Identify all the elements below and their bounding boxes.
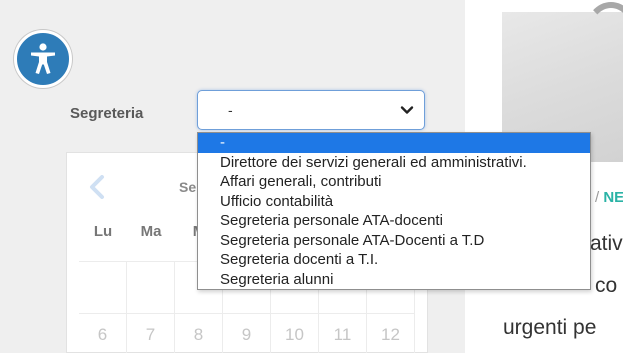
accessibility-button[interactable] — [14, 30, 72, 88]
weekday-lu: Lu — [93, 223, 113, 240]
dropdown-option[interactable]: Segreteria personale ATA-docenti — [198, 211, 590, 231]
dropdown-option[interactable]: Affari generali, contributi — [198, 172, 590, 192]
chevron-down-icon — [400, 106, 414, 114]
dropdown-option[interactable]: Ufficio contabilità — [198, 192, 590, 212]
accessibility-icon — [31, 43, 55, 74]
calendar-day[interactable]: 8 — [175, 313, 223, 353]
segreteria-dropdown-list: - Direttore dei servizi generali ed ammi… — [197, 132, 591, 290]
dropdown-option[interactable]: - — [198, 133, 590, 153]
select-value: - — [228, 102, 233, 118]
page: Segreteria - Se Lu Ma M 6 7 8 9 — [0, 0, 623, 353]
breadcrumb: / NE — [595, 189, 623, 206]
calendar-day[interactable]: 7 — [127, 313, 175, 353]
article-text-line: urgenti pe — [503, 316, 597, 339]
calendar-month: Se — [179, 179, 197, 195]
breadcrumb-separator: / — [595, 189, 600, 206]
calendar-day[interactable]: 11 — [319, 313, 367, 353]
dropdown-option[interactable]: Segreteria personale ATA-Docenti a T.D — [198, 231, 590, 251]
calendar-day[interactable]: 12 — [367, 313, 415, 353]
calendar-day[interactable]: 6 — [79, 313, 127, 353]
segreteria-label: Segreteria — [70, 105, 144, 122]
segreteria-select[interactable]: - — [197, 90, 425, 130]
calendar-day — [79, 261, 127, 313]
calendar-day[interactable]: 10 — [271, 313, 319, 353]
calendar-day[interactable]: 9 — [223, 313, 271, 353]
calendar-week-row: 6 7 8 9 10 11 12 — [79, 313, 419, 353]
weekday-ma: Ma — [140, 223, 162, 240]
dropdown-option[interactable]: Segreteria docenti a T.I. — [198, 250, 590, 270]
article-text-line: ativ — [590, 232, 623, 255]
chevron-left-icon[interactable] — [87, 175, 107, 199]
article-text-line: co — [595, 274, 618, 297]
breadcrumb-category-link[interactable]: NE — [603, 189, 623, 206]
calendar-day — [127, 261, 175, 313]
dropdown-option[interactable]: Segreteria alunni — [198, 270, 590, 290]
dropdown-option[interactable]: Direttore dei servizi generali ed ammini… — [198, 153, 590, 173]
